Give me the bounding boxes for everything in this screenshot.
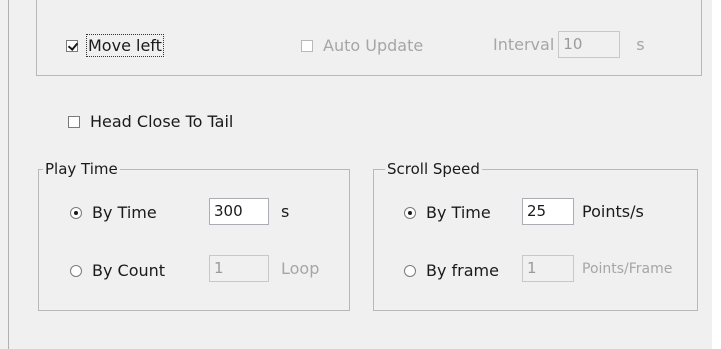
play-count-unit: Loop: [281, 259, 320, 278]
play-by-count-radio[interactable]: [70, 264, 82, 277]
play-by-time-radio[interactable]: [70, 206, 82, 219]
panel-right-margin: [712, 0, 721, 349]
play-time-value-row: 300 s: [209, 198, 289, 225]
speed-by-frame-row[interactable]: By frame: [404, 261, 499, 280]
scroll-speed-group: Scroll Speed: [373, 160, 698, 311]
speed-by-frame-radio[interactable]: [404, 264, 416, 277]
move-left-checkbox-row[interactable]: Move left: [66, 34, 164, 57]
head-close-to-tail-row[interactable]: Head Close To Tail: [68, 112, 233, 131]
speed-by-time-label[interactable]: By Time: [426, 203, 491, 222]
auto-update-checkbox: [301, 39, 313, 52]
head-close-to-tail-checkbox[interactable]: [68, 115, 80, 128]
play-time-title: Play Time: [43, 160, 120, 178]
speed-by-time-radio[interactable]: [404, 206, 416, 219]
interval-label: Interval: [493, 35, 555, 54]
play-by-time-row[interactable]: By Time: [70, 203, 157, 222]
speed-points-per-second-unit: Points/s: [582, 202, 644, 221]
auto-update-checkbox-row: Auto Update: [301, 36, 423, 55]
play-time-group: Play Time: [38, 160, 350, 311]
scroll-speed-title: Scroll Speed: [385, 160, 482, 178]
play-count-input: 1: [209, 255, 269, 282]
play-time-seconds-input[interactable]: 300: [209, 198, 269, 225]
speed-time-value-row: 25 Points/s: [522, 198, 644, 225]
interval-unit: s: [636, 35, 645, 54]
speed-by-time-row[interactable]: By Time: [404, 203, 491, 222]
move-left-checkbox[interactable]: [66, 39, 78, 52]
play-by-time-label[interactable]: By Time: [92, 203, 157, 222]
panel-left-border: [8, 0, 9, 349]
move-left-label[interactable]: Move left: [86, 34, 164, 57]
interval-input: 10: [558, 31, 621, 58]
play-by-count-row[interactable]: By Count: [70, 261, 165, 280]
play-count-value-row: 1 Loop: [209, 255, 319, 282]
head-close-to-tail-label[interactable]: Head Close To Tail: [90, 112, 233, 131]
speed-points-per-frame-input: 1: [522, 255, 574, 282]
interval-row: Interval 10 s: [493, 31, 645, 58]
play-by-count-label[interactable]: By Count: [92, 261, 165, 280]
settings-panel: Move left Auto Update Interval 10 s Head…: [0, 0, 721, 349]
speed-points-per-frame-unit: Points/Frame: [582, 260, 673, 277]
auto-update-label: Auto Update: [323, 36, 424, 55]
speed-points-per-second-input[interactable]: 25: [522, 198, 574, 225]
play-time-seconds-unit: s: [281, 202, 290, 221]
speed-frame-value-row: 1 Points/Frame: [522, 255, 672, 282]
speed-by-frame-label[interactable]: By frame: [426, 261, 499, 280]
